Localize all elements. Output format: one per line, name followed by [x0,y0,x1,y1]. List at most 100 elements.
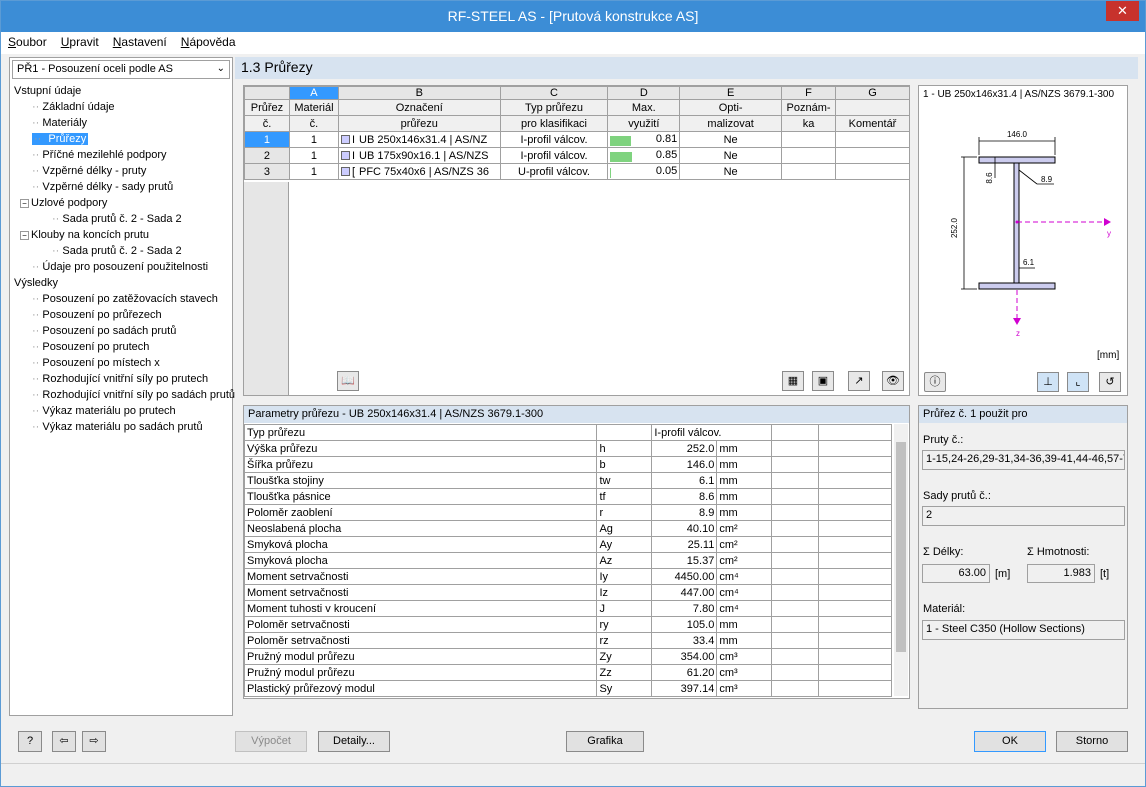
length-field[interactable]: 63.00 [922,564,990,583]
table-row[interactable]: Moment tuhosti v kroucení J 7.80 cm⁴ [243,600,892,617]
table-row[interactable]: Tloušťka stojiny tw 6.1 mm [243,472,892,489]
tree-item[interactable]: ·· Sada prutů č. 2 - Sada 2 [14,243,230,259]
table-row[interactable]: Výška průřezu h 252.0 mm [243,440,892,457]
next-icon[interactable]: ⇨ [82,731,106,752]
row-number[interactable]: 1 [244,131,290,148]
menu-napoveda[interactable]: Nápověda [174,32,243,49]
tree-item[interactable]: ·· Průřezy [14,131,230,147]
note-cell[interactable] [781,131,837,148]
tree-item[interactable]: ·· Posouzení po zatěžovacích stavech [14,291,230,307]
table-row[interactable]: Smyková plocha Az 15.37 cm² [243,552,892,569]
tree-item[interactable]: ·· Posouzení po místech x [14,355,230,371]
section-name-cell[interactable]: I UB 250x146x31.4 | AS/NZ [337,131,501,148]
table-row[interactable]: Plastický průřezový modul Sy 397.14 cm³ [243,680,892,697]
menu-nastaveni[interactable]: Nastavení [106,32,174,49]
col-letter-f[interactable]: F [781,86,837,100]
reset-view-icon[interactable]: ↺ [1099,372,1121,392]
import-excel-icon[interactable]: ▣ [812,371,834,391]
table-row[interactable]: Šířka průřezu b 146.0 mm [243,456,892,473]
tree-item[interactable]: ·· Sada prutů č. 2 - Sada 2 [14,211,230,227]
tree-item[interactable]: ·· Rozhodující vnitřní síly po sadách pr… [14,387,235,403]
select-pointer-icon[interactable]: ↗ [848,371,870,391]
table-row[interactable]: Poloměr setrvačnosti ry 105.0 mm [243,616,892,633]
axes-icon[interactable]: ⌞ [1067,372,1089,392]
section-name-cell[interactable]: I UB 175x90x16.1 | AS/NZS [337,147,501,164]
tree-item[interactable]: ·· Posouzení po průřezech [14,307,230,323]
members-field[interactable]: 1-15,24-26,29-31,34-36,39-41,44-46,57-7 [922,450,1125,470]
graphics-button[interactable]: Grafika [566,731,644,752]
table-row[interactable]: Moment setrvačnosti Iy 4450.00 cm⁴ [243,568,892,585]
optimize-cell[interactable]: Ne [679,131,783,148]
table-row[interactable]: 3 1 [PFC 75x40x6 | AS/NZS 36 U-profil válco… [244,163,910,180]
row-number[interactable]: 3 [244,163,290,180]
params-scrollbar[interactable] [894,424,908,696]
material-cell[interactable]: 1 [288,131,339,148]
tree-item[interactable]: − Klouby na koncích prutu [14,227,230,243]
row-number[interactable]: 2 [244,147,290,164]
col-letter-b[interactable]: B [337,86,501,100]
tree-item[interactable]: ·· Rozhodující vnitřní síly po prutech [14,371,230,387]
sets-field[interactable]: 2 [922,506,1125,526]
tree-item[interactable]: ·· Příčné mezilehlé podpory [14,147,230,163]
view-eye-icon[interactable]: 👁 [882,371,904,391]
col-letter-c[interactable]: C [499,86,609,100]
tree-item[interactable]: Vstupní údaje [14,83,230,99]
col-letter-g[interactable]: G [835,86,910,100]
menu-upravit[interactable]: Upravit [54,32,106,49]
details-button[interactable]: Detaily... [318,731,390,752]
table-row[interactable]: Poloměr setrvačnosti rz 33.4 mm [243,632,892,649]
table-row[interactable]: Neoslabená plocha Ag 40.10 cm² [243,520,892,537]
optimize-cell[interactable]: Ne [679,163,783,180]
optimize-cell[interactable]: Ne [679,147,783,164]
col-letter-d[interactable]: D [607,86,681,100]
tree-item[interactable]: ·· Základní údaje [14,99,230,115]
utilization-cell[interactable]: 0.05 [607,163,681,180]
comment-cell[interactable] [835,147,910,164]
calc-button[interactable]: Výpočet [235,731,307,752]
section-type-cell[interactable]: U-profil válcov. [499,163,609,180]
menu-soubor[interactable]: Soubor [1,32,54,49]
tree-item[interactable]: ·· Údaje pro posouzení použitelnosti [14,259,230,275]
table-row[interactable]: Typ průřezu I-profil válcov. [243,424,892,441]
table-row[interactable]: Poloměr zaoblení r 8.9 mm [243,504,892,521]
comment-cell[interactable] [835,131,910,148]
table-row[interactable]: Moment setrvačnosti Iz 447.00 cm⁴ [243,584,892,601]
material-cell[interactable]: 1 [288,163,339,180]
section-type-cell[interactable]: I-profil válcov. [499,147,609,164]
dimension-icon[interactable]: ⊥ [1037,372,1059,392]
tree-item[interactable]: ·· Výkaz materiálu po prutech [14,403,230,419]
col-letter-a[interactable]: A [288,86,339,100]
scroll-thumb[interactable] [896,442,906,652]
cancel-button[interactable]: Storno [1056,731,1128,752]
material-field[interactable]: 1 - Steel C350 (Hollow Sections) [922,620,1125,640]
library-icon[interactable]: 📖 [337,371,359,391]
material-cell[interactable]: 1 [288,147,339,164]
tree-item[interactable]: ·· Vzpěrné délky - pruty [14,163,230,179]
table-row[interactable]: Pružný modul průřezu Zz 61.20 cm³ [243,664,892,681]
tree-item[interactable]: ·· Posouzení po sadách prutů [14,323,230,339]
col-letter-e[interactable]: E [679,86,783,100]
tree-item[interactable]: ·· Výkaz materiálu po sadách prutů [14,419,230,435]
collapse-icon[interactable]: − [20,231,29,240]
close-icon[interactable]: ✕ [1106,1,1139,21]
ok-button[interactable]: OK [974,731,1046,752]
info-icon[interactable]: ⓘ [924,372,946,392]
help-icon[interactable]: ? [18,731,42,752]
table-row[interactable]: Smyková plocha Ay 25.11 cm² [243,536,892,553]
utilization-cell[interactable]: 0.81 [607,131,681,148]
table-row[interactable]: Tloušťka pásnice tf 8.6 mm [243,488,892,505]
table-row[interactable]: Pružný modul průřezu Zy 354.00 cm³ [243,648,892,665]
utilization-cell[interactable]: 0.85 [607,147,681,164]
note-cell[interactable] [781,163,837,180]
tree-item[interactable]: ·· Vzpěrné délky - sady prutů [14,179,230,195]
export-excel-icon[interactable]: ▦ [782,371,804,391]
collapse-icon[interactable]: − [20,199,29,208]
tree-item[interactable]: Výsledky [14,275,230,291]
section-name-cell[interactable]: [PFC 75x40x6 | AS/NZS 36 [337,163,501,180]
table-row[interactable]: 1 1 I UB 250x146x31.4 | AS/NZ I-profil válco… [244,131,910,148]
case-select[interactable]: PŘ1 - Posouzení oceli podle AS ⌄ [12,60,230,79]
tree-item[interactable]: ·· Posouzení po prutech [14,339,230,355]
table-row[interactable]: 2 1 I UB 175x90x16.1 | AS/NZS I-profil válco… [244,147,910,164]
comment-cell[interactable] [835,163,910,180]
note-cell[interactable] [781,147,837,164]
